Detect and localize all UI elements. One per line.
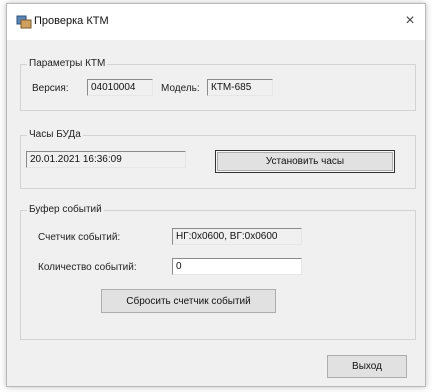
window-title: Проверка КТМ: [34, 15, 109, 27]
event-count-field[interactable]: 0: [172, 258, 302, 275]
params-group: Параметры КТМ Версия: 04010004 Модель: К…: [20, 58, 416, 111]
clock-group: Часы БУДа 20.01.2021 16:36:09 Установить…: [20, 129, 416, 189]
event-count-label: Количество событий:: [38, 262, 137, 273]
clock-group-label: Часы БУДа: [27, 129, 83, 140]
model-field[interactable]: КТМ-685: [207, 79, 273, 96]
app-icon: [16, 15, 32, 29]
exit-button[interactable]: Выход: [327, 355, 407, 378]
version-label: Версия:: [32, 83, 69, 94]
buffer-group: Буфер событий Счетчик событий: НГ:0x0600…: [20, 204, 416, 340]
set-clock-button[interactable]: Установить часы: [215, 150, 395, 173]
params-group-label: Параметры КТМ: [27, 58, 108, 69]
version-field[interactable]: 04010004: [87, 79, 153, 96]
model-label: Модель:: [161, 83, 200, 94]
event-counter-field[interactable]: НГ:0x0600, ВГ:0x0600: [172, 228, 302, 245]
title-bar: Проверка КТМ ×: [7, 4, 425, 40]
ktm-check-dialog: Проверка КТМ × Параметры КТМ Версия: 040…: [6, 3, 426, 387]
close-button[interactable]: ×: [399, 10, 421, 32]
reset-counter-button[interactable]: Сбросить счетчик событий: [101, 289, 276, 313]
close-icon: ×: [405, 12, 415, 29]
datetime-field[interactable]: 20.01.2021 16:36:09: [26, 151, 186, 168]
event-counter-label: Счетчик событий:: [38, 232, 121, 243]
buffer-group-label: Буфер событий: [27, 204, 104, 215]
